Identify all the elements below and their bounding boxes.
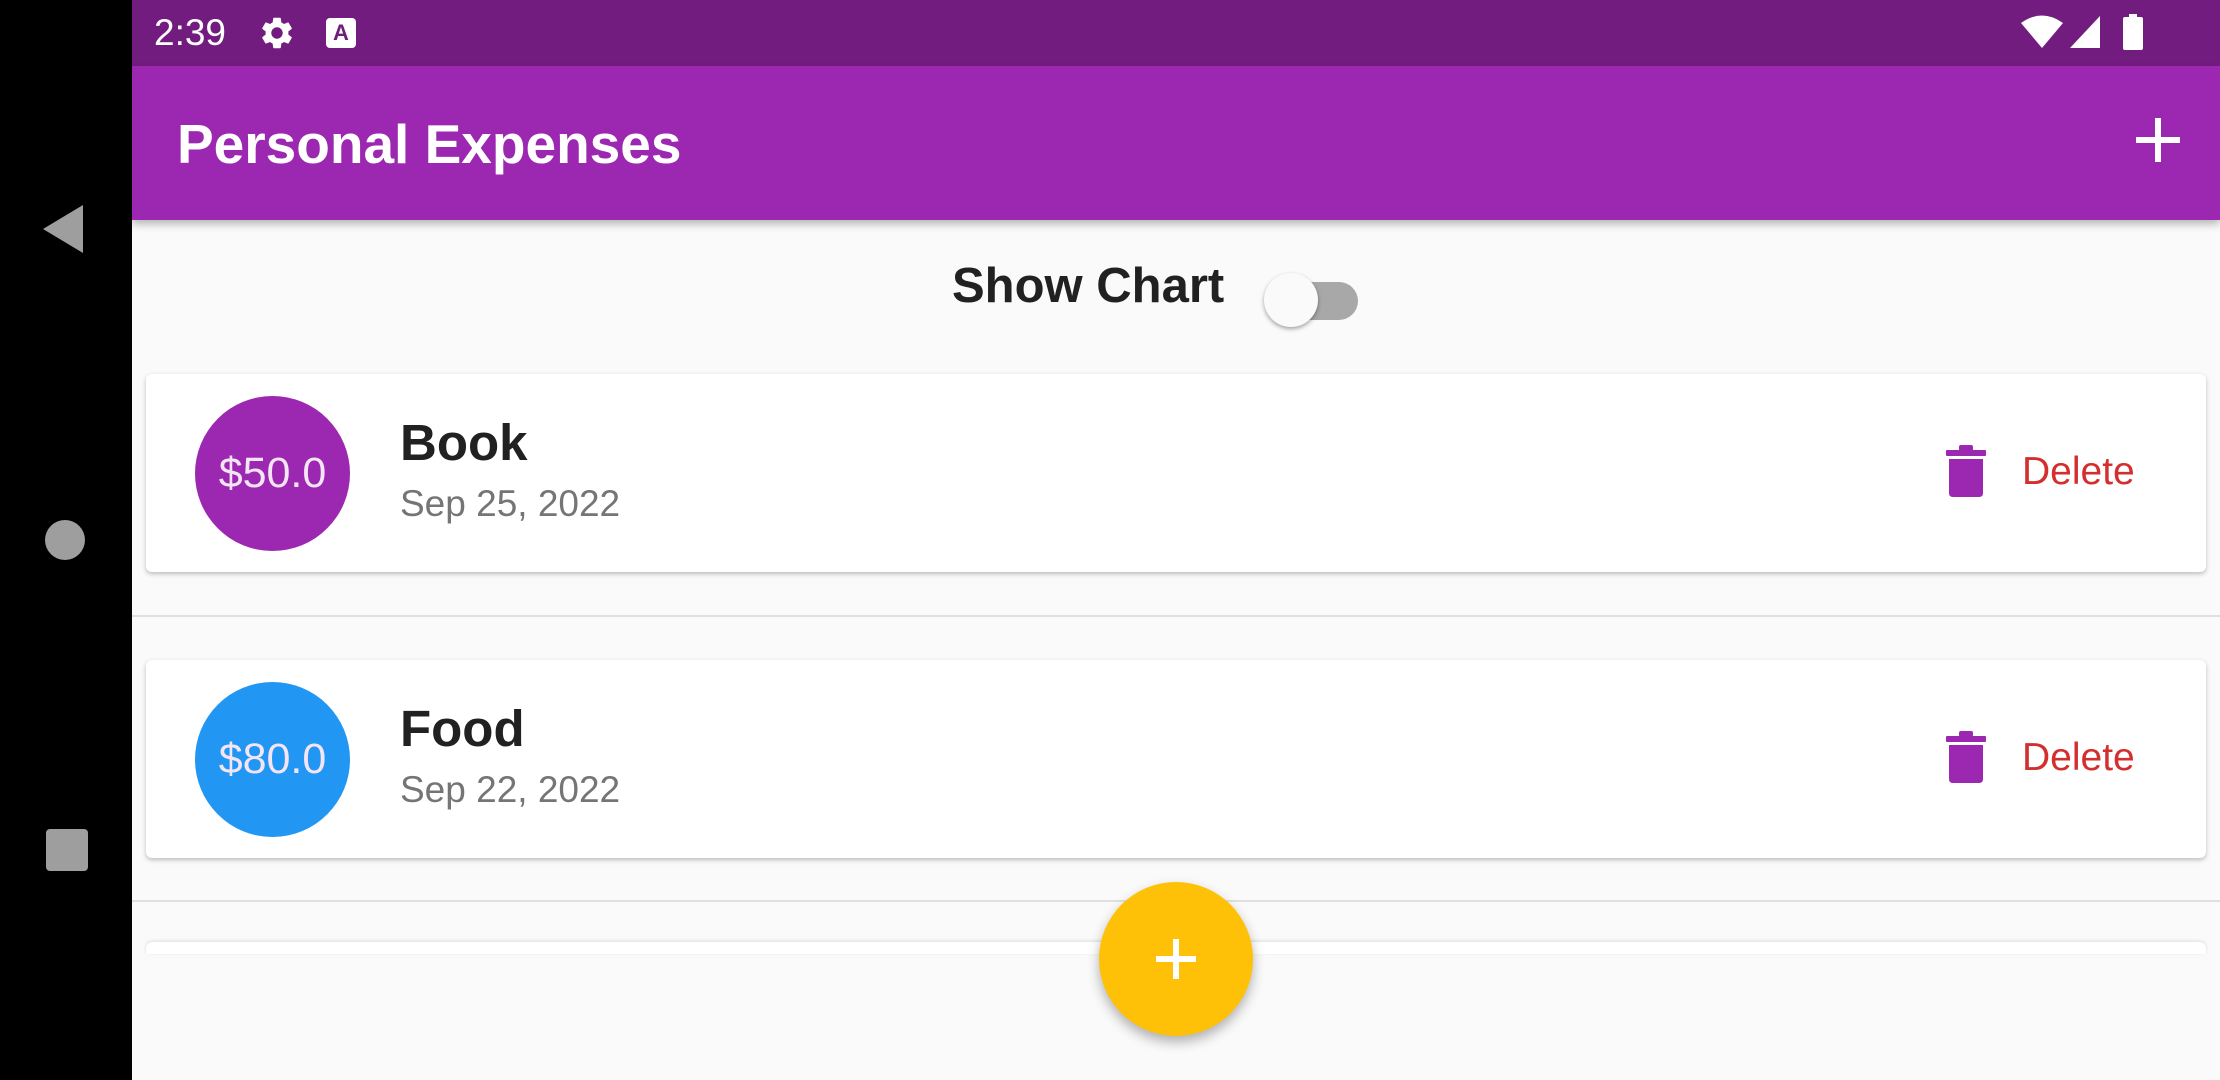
gear-icon bbox=[262, 17, 292, 49]
delete-button[interactable]: Delete bbox=[1946, 442, 2166, 506]
a-badge-icon: A bbox=[326, 18, 356, 48]
status-bar: 2:39 A bbox=[132, 0, 2220, 66]
amount-avatar: $50.0 bbox=[195, 396, 350, 551]
item-date: Sep 25, 2022 bbox=[400, 483, 621, 524]
home-icon[interactable] bbox=[45, 520, 85, 560]
delete-label: Delete bbox=[2022, 736, 2135, 779]
item-title: Food bbox=[400, 700, 525, 757]
system-navigation-bar bbox=[0, 0, 132, 1080]
wifi-icon bbox=[2021, 15, 2063, 48]
battery-icon bbox=[2123, 14, 2143, 50]
delete-button[interactable]: Delete bbox=[1946, 728, 2166, 792]
signal-icon bbox=[2070, 16, 2100, 48]
app-title: Personal Expenses bbox=[177, 113, 682, 175]
app-window: 2:39 A Personal Expenses Show Chart $50. bbox=[132, 0, 2220, 1080]
switch-thumb bbox=[1264, 273, 1318, 327]
show-chart-switch[interactable] bbox=[1264, 266, 1372, 327]
list-item: $80.0 Food Sep 22, 2022 Delete bbox=[146, 660, 2206, 858]
amount-avatar: $80.0 bbox=[195, 682, 350, 837]
trash-icon bbox=[1946, 445, 1986, 497]
plus-icon[interactable] bbox=[2128, 110, 2188, 170]
delete-label: Delete bbox=[2022, 450, 2135, 493]
show-chart-row: Show Chart bbox=[132, 250, 2220, 327]
item-title: Book bbox=[400, 414, 528, 471]
divider bbox=[132, 615, 2220, 617]
trash-icon bbox=[1946, 731, 1986, 783]
show-chart-label: Show Chart bbox=[952, 259, 1225, 313]
add-transaction-fab[interactable] bbox=[1099, 882, 1253, 1036]
list-item: $50.0 Book Sep 25, 2022 Delete bbox=[146, 374, 2206, 572]
recents-icon[interactable] bbox=[46, 829, 88, 871]
app-bar: Personal Expenses bbox=[132, 66, 2220, 220]
plus-icon bbox=[1156, 939, 1196, 979]
back-icon[interactable] bbox=[43, 205, 83, 253]
item-date: Sep 22, 2022 bbox=[400, 769, 621, 810]
status-time: 2:39 bbox=[154, 12, 227, 53]
